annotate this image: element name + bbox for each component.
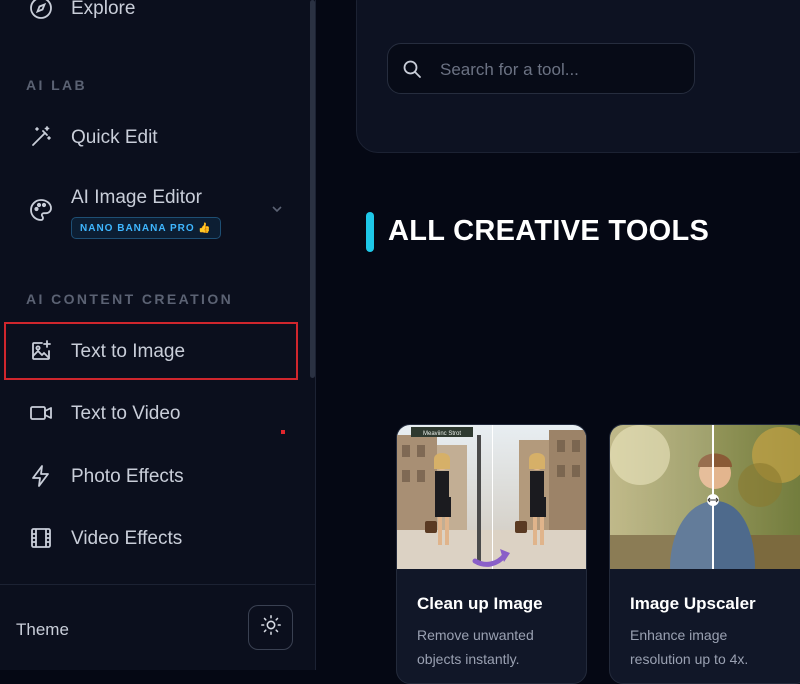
sidebar-item-quick-edit[interactable]: Quick Edit: [0, 118, 300, 158]
street-sign-text: Meaviinc Strot: [423, 431, 461, 437]
video-camera-icon: [28, 400, 54, 426]
selection-highlight: [4, 322, 298, 380]
clean-up-image-thumbnail: Meaviinc Strot: [397, 425, 586, 569]
sidebar-item-text-to-video[interactable]: Text to Video: [0, 394, 300, 434]
sidebar-item-label: Text to Video: [71, 403, 181, 424]
chevron-down-icon[interactable]: [270, 202, 284, 221]
red-dot-marker: [281, 430, 285, 434]
card-description: Remove unwanted objects instantly.: [417, 627, 534, 667]
compass-icon: [28, 0, 54, 21]
theme-toggle-button[interactable]: [248, 605, 293, 650]
sidebar-item-explore[interactable]: Explore: [0, 0, 300, 26]
sidebar-item-label: Explore: [71, 0, 136, 19]
sidebar-item-photo-effects[interactable]: Photo Effects: [0, 457, 300, 497]
sidebar: Explore AI LAB Quick Edit AI Image Edito…: [0, 0, 316, 670]
sidebar-item-label: Photo Effects: [71, 466, 184, 487]
film-icon: [28, 525, 54, 551]
tool-card-image-upscaler[interactable]: Image Upscaler Enhance image resolution …: [609, 424, 800, 684]
section-accent-bar: [366, 212, 374, 252]
image-upscaler-thumbnail: [610, 425, 800, 569]
nano-banana-pro-badge: NANO BANANA PRO 👍: [71, 217, 221, 239]
magic-wand-icon: [28, 124, 54, 150]
search-box[interactable]: [387, 43, 695, 94]
section-label-ai-content-creation: AI CONTENT CREATION: [26, 291, 234, 307]
sidebar-item-label: Video Effects: [71, 528, 183, 549]
card-title: Clean up Image: [417, 594, 543, 613]
card-description: Enhance image resolution up to 4x.: [630, 627, 749, 667]
tool-card-clean-up-image[interactable]: Meaviinc Strot Clean up Image Remove unw…: [396, 424, 587, 684]
theme-label: Theme: [16, 620, 69, 639]
search-icon: [402, 59, 422, 79]
section-label-ai-lab: AI LAB: [26, 77, 88, 93]
lightning-icon: [28, 463, 54, 489]
card-title: Image Upscaler: [630, 594, 756, 613]
sidebar-scrollbar[interactable]: [310, 0, 315, 378]
sun-icon: [260, 614, 282, 641]
sidebar-item-label: Quick Edit: [71, 127, 158, 148]
sidebar-item-label: AI Image Editor: [71, 187, 202, 208]
search-input[interactable]: [438, 58, 682, 82]
section-title: ALL CREATIVE TOOLS: [388, 215, 710, 247]
sidebar-item-video-effects[interactable]: Video Effects: [0, 519, 300, 559]
palette-icon: [28, 197, 54, 223]
